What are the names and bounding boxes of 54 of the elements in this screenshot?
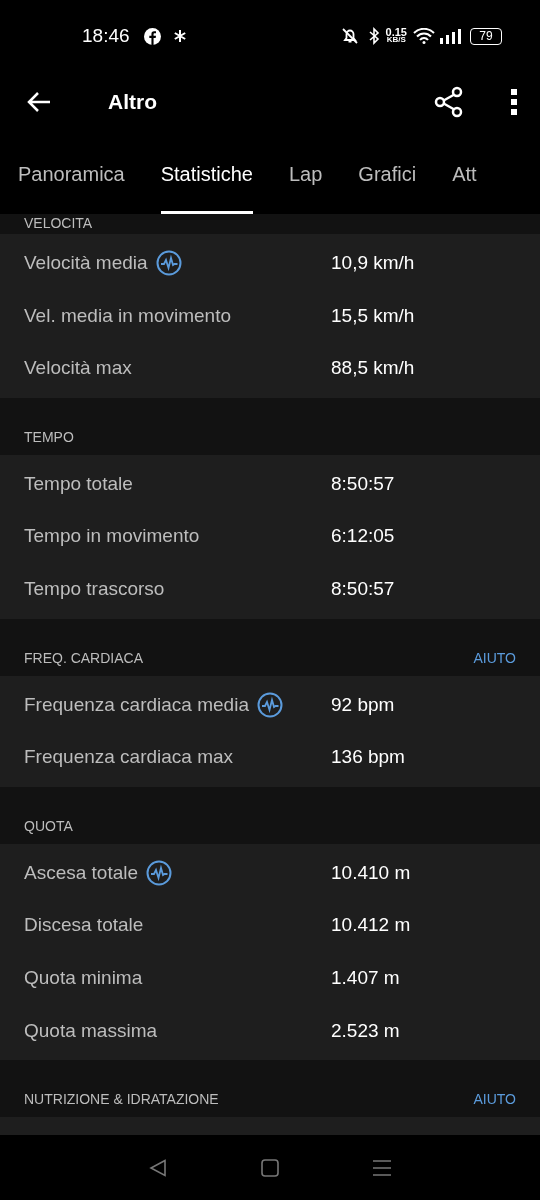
tab[interactable]: Att [452, 159, 477, 214]
stat-label: Velocità media [24, 251, 148, 276]
stat-label: Tempo totale [24, 471, 133, 496]
stat-value: 8:50:57 [331, 471, 395, 496]
share-icon[interactable] [434, 86, 464, 118]
heart-rate-icon[interactable] [256, 691, 283, 718]
speed-value: 0.15 [385, 28, 407, 38]
battery-indicator: 79 [470, 27, 502, 45]
stat-value: 15,5 km/h [331, 303, 415, 328]
signal-icon [439, 28, 461, 44]
recents-nav-icon[interactable] [373, 1158, 391, 1177]
help-link[interactable]: AIUTO [473, 1089, 516, 1111]
more-options-icon[interactable] [510, 88, 518, 116]
stat-value: 92 bpm [331, 692, 395, 717]
home-nav-icon[interactable] [261, 1158, 279, 1177]
stat-label: Ascesa totale [24, 860, 139, 885]
help-link[interactable]: AIUTO [473, 647, 516, 669]
wifi-icon [413, 28, 435, 44]
facebook-icon [143, 27, 161, 45]
status-time: 18:46 [82, 23, 130, 48]
asterisk-icon [172, 29, 187, 43]
heart-rate-icon[interactable] [146, 860, 173, 887]
stat-label: Quota massima [24, 1018, 158, 1043]
tab[interactable]: Panoramica [18, 159, 125, 214]
stat-label: Discesa totale [24, 913, 144, 938]
back-arrow-icon[interactable] [26, 91, 52, 113]
back-nav-icon[interactable] [149, 1158, 167, 1177]
stat-label: Tempo in movimento [24, 524, 200, 549]
stat-label: Frequenza cardiaca media [24, 692, 249, 717]
stat-value: 10.410 m [331, 860, 411, 885]
section-title: FREQ. CARDIACA [24, 648, 143, 668]
tab[interactable]: Grafici [358, 159, 417, 214]
stat-label: Vel. media in movimento [24, 303, 231, 328]
section-title: QUOTA [24, 816, 73, 836]
stat-value: 6:12:05 [331, 524, 395, 549]
stat-label: Tempo trascorso [24, 577, 165, 601]
bluetooth-icon [367, 27, 380, 45]
stat-value: 88,5 km/h [331, 356, 415, 381]
speed-unit: KB/S [386, 37, 406, 44]
tab[interactable]: Lap [289, 159, 323, 214]
stat-value: 136 bpm [331, 745, 405, 770]
stat-value: 8:50:57 [331, 577, 395, 601]
section-title: TEMPO [24, 427, 74, 447]
stat-value: 10,9 km/h [331, 251, 415, 276]
stat-value: 1.407 m [331, 966, 400, 990]
section-title: NUTRIZIONE & IDRATAZIONE [24, 1090, 219, 1110]
stat-label: Frequenza cardiaca max [24, 745, 234, 770]
stat-value: 2.523 m [331, 1018, 400, 1043]
stat-label: Velocità max [24, 356, 132, 381]
stat-label: Quota minima [24, 966, 143, 990]
screen-title: Altro [108, 89, 157, 116]
section-title: VELOCITA [24, 214, 93, 233]
stat-value: 10.412 m [331, 913, 411, 938]
heart-rate-icon[interactable] [155, 250, 182, 277]
